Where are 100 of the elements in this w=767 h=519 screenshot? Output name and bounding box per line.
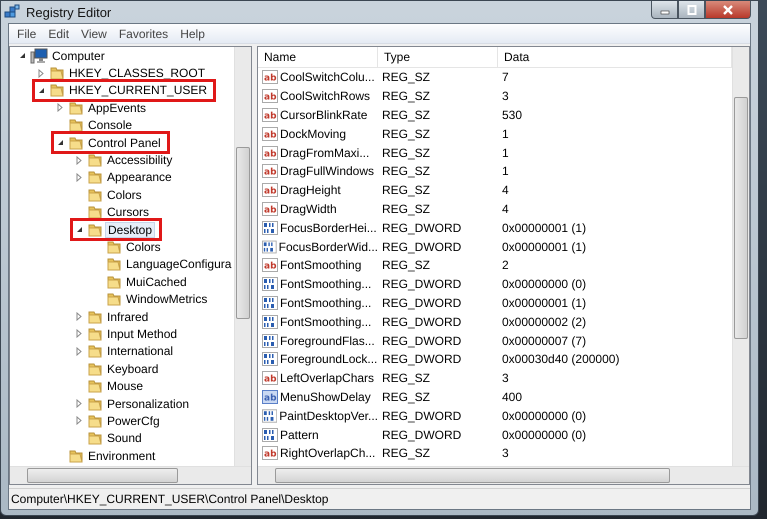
tree-item[interactable]: HKEY_CLASSES_ROOT [67, 66, 208, 80]
tree-item[interactable]: Accessibility [105, 153, 174, 168]
value-type: REG_DWORD [381, 334, 462, 348]
tree-item[interactable]: Input Method [105, 326, 180, 341]
tree-item[interactable]: International [105, 344, 176, 358]
tree-item[interactable]: Personalization [105, 396, 192, 410]
tree-item[interactable]: Console [86, 118, 134, 132]
tree-item[interactable]: Environment [86, 448, 158, 463]
text-value-icon: ab [262, 70, 278, 84]
value-type: REG_DWORD [381, 240, 462, 254]
collapsed-arrow-icon[interactable] [74, 156, 84, 165]
tree-item[interactable]: Desktop [105, 222, 156, 238]
value-name: ForegroundLock... [280, 352, 378, 366]
folder-icon [87, 152, 103, 168]
value-data: 0x00000007 (7) [501, 334, 588, 348]
folder-icon [68, 117, 84, 134]
menu-item[interactable]: Favorites [112, 26, 174, 40]
text-value-icon: ab [262, 202, 278, 216]
value-type: REG_SZ [381, 126, 432, 141]
value-name: MenuShowDelay [280, 390, 371, 404]
maximize-button[interactable] [678, 1, 705, 19]
value-name: FontSmoothing... [280, 296, 372, 310]
folder-icon [87, 360, 103, 377]
tree-item[interactable]: Colors [105, 188, 144, 202]
horizontal-scrollbar[interactable] [10, 466, 251, 484]
tree-item[interactable]: Control Panel [86, 136, 163, 150]
folder-icon [68, 448, 84, 464]
tree-item[interactable]: Mouse [105, 379, 146, 394]
minimize-button[interactable] [651, 1, 678, 19]
folder-icon [87, 343, 103, 360]
value-type: REG_SZ [381, 89, 432, 104]
expanded-arrow-icon[interactable] [18, 51, 26, 60]
vertical-scrollbar[interactable] [234, 47, 251, 466]
value-type: REG_SZ [381, 258, 432, 272]
menu-item[interactable]: Help [174, 26, 211, 40]
menu-item[interactable]: File [11, 26, 42, 40]
text-value-icon: ab [262, 126, 278, 141]
text-value-icon: ab [262, 258, 278, 272]
value-name: FontSmoothing... [280, 277, 372, 292]
horizontal-scrollbar[interactable] [258, 466, 749, 484]
tree-item[interactable]: Sound [105, 431, 144, 446]
text-value-icon: ab [262, 446, 278, 460]
value-name: DragHeight [280, 183, 341, 198]
tree-item[interactable]: HKEY_CURRENT_USER [67, 83, 210, 98]
tree-item[interactable]: WindowMetrics [124, 292, 210, 306]
tree-item[interactable]: Colors [124, 240, 163, 254]
value-data: 0x00000001 (1) [501, 296, 588, 310]
value-data: 400 [501, 390, 524, 404]
tree-item[interactable]: Computer [50, 48, 107, 63]
collapsed-arrow-icon[interactable] [74, 172, 84, 182]
close-button[interactable] [705, 1, 751, 19]
collapsed-arrow-icon[interactable] [74, 416, 84, 426]
tree-item[interactable]: PowerCfg [105, 414, 162, 428]
menu-item[interactable]: View [75, 26, 113, 40]
value-type: REG_SZ [381, 202, 432, 216]
value-data: 0x00000000 (0) [501, 408, 588, 423]
value-data: 7 [501, 70, 510, 84]
value-data: 1 [501, 164, 510, 178]
tree-item[interactable]: Infrared [105, 310, 150, 324]
value-type: REG_SZ [381, 164, 432, 178]
tree-item[interactable]: AppEvents [86, 100, 148, 115]
text-value-icon: ab [262, 89, 278, 104]
registry-cubes-icon [4, 4, 20, 20]
folder-icon [87, 222, 103, 238]
value-data: 0x00000000 (0) [501, 277, 588, 292]
value-data: 0x00000001 (1) [501, 220, 588, 235]
value-type: REG_DWORD [381, 352, 462, 366]
folder-icon [87, 326, 103, 342]
value-data: 4 [501, 202, 510, 216]
expanded-arrow-icon[interactable] [36, 86, 46, 95]
tree-item[interactable]: Keyboard [105, 362, 160, 376]
collapsed-arrow-icon[interactable] [56, 103, 64, 112]
column-header[interactable]: Type [378, 47, 498, 67]
collapsed-arrow-icon[interactable] [74, 329, 84, 338]
tree-item[interactable]: LanguageConfigura [124, 257, 234, 272]
expanded-arrow-icon[interactable] [74, 225, 84, 234]
collapsed-arrow-icon[interactable] [74, 399, 84, 408]
value-type: REG_SZ [381, 108, 432, 122]
collapsed-arrow-icon[interactable] [74, 312, 84, 322]
value-data: 4 [501, 183, 510, 198]
tree-item[interactable]: Appearance [105, 170, 174, 184]
value-name: CoolSwitchRows [280, 89, 370, 104]
text-value-icon: ab [262, 164, 278, 178]
expanded-arrow-icon[interactable] [56, 138, 64, 148]
folder-icon [87, 378, 103, 394]
text-value-icon: ab [262, 371, 278, 386]
tree-item[interactable]: Cursors [105, 205, 152, 220]
vertical-scrollbar[interactable] [732, 47, 749, 466]
value-name: CursorBlinkRate [280, 108, 368, 122]
menu-item[interactable]: Edit [42, 26, 76, 40]
folder-icon [87, 204, 103, 220]
value-data: 0x00000001 (1) [501, 240, 588, 254]
column-header[interactable]: Name [258, 47, 378, 67]
collapsed-arrow-icon[interactable] [74, 346, 84, 356]
text-value-icon: ab [262, 146, 278, 160]
value-type: REG_DWORD [381, 277, 462, 292]
value-type: REG_SZ [381, 146, 432, 160]
text-value-icon: ab [262, 390, 278, 404]
tree-item[interactable]: MuiCached [124, 274, 189, 289]
collapsed-arrow-icon[interactable] [36, 68, 46, 78]
